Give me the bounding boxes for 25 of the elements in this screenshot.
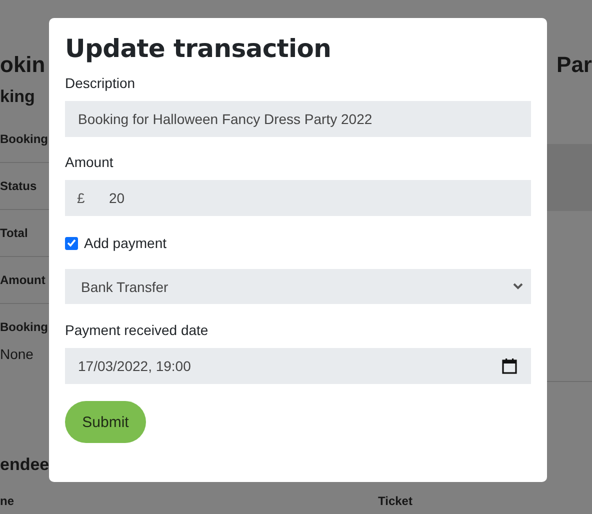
column-header: Ticket	[378, 494, 412, 508]
checkbox-label: Add payment	[84, 235, 166, 251]
detail-value: None	[0, 346, 34, 362]
calendar-icon[interactable]	[502, 358, 517, 374]
description-field[interactable]: Booking for Halloween Fancy Dress Party 2022	[65, 101, 531, 137]
detail-label: Booking	[0, 320, 48, 334]
checkbox[interactable]	[65, 236, 78, 250]
column-header: ne	[0, 494, 14, 508]
page-heading: Par	[556, 52, 592, 78]
detail-label: Total	[0, 226, 28, 240]
chevron-down-icon	[513, 283, 523, 290]
detail-label: Booking	[0, 132, 48, 146]
date-field[interactable]: 17/03/2022, 19:00	[65, 348, 531, 384]
field-label: Payment received date	[65, 322, 208, 338]
field-label: Amount	[65, 154, 114, 170]
payment-method-select[interactable]: Bank Transfer	[65, 269, 531, 304]
modal-title: Update transaction	[65, 34, 332, 63]
page-heading: okin	[0, 52, 46, 78]
section-heading: endee	[0, 455, 50, 475]
field-label: Description	[65, 75, 136, 91]
submit-button[interactable]: Submit	[65, 401, 146, 443]
detail-label: Status	[0, 179, 37, 193]
section-heading: king	[0, 87, 35, 107]
detail-label: Amount	[0, 273, 46, 287]
currency-symbol: £	[77, 190, 85, 206]
